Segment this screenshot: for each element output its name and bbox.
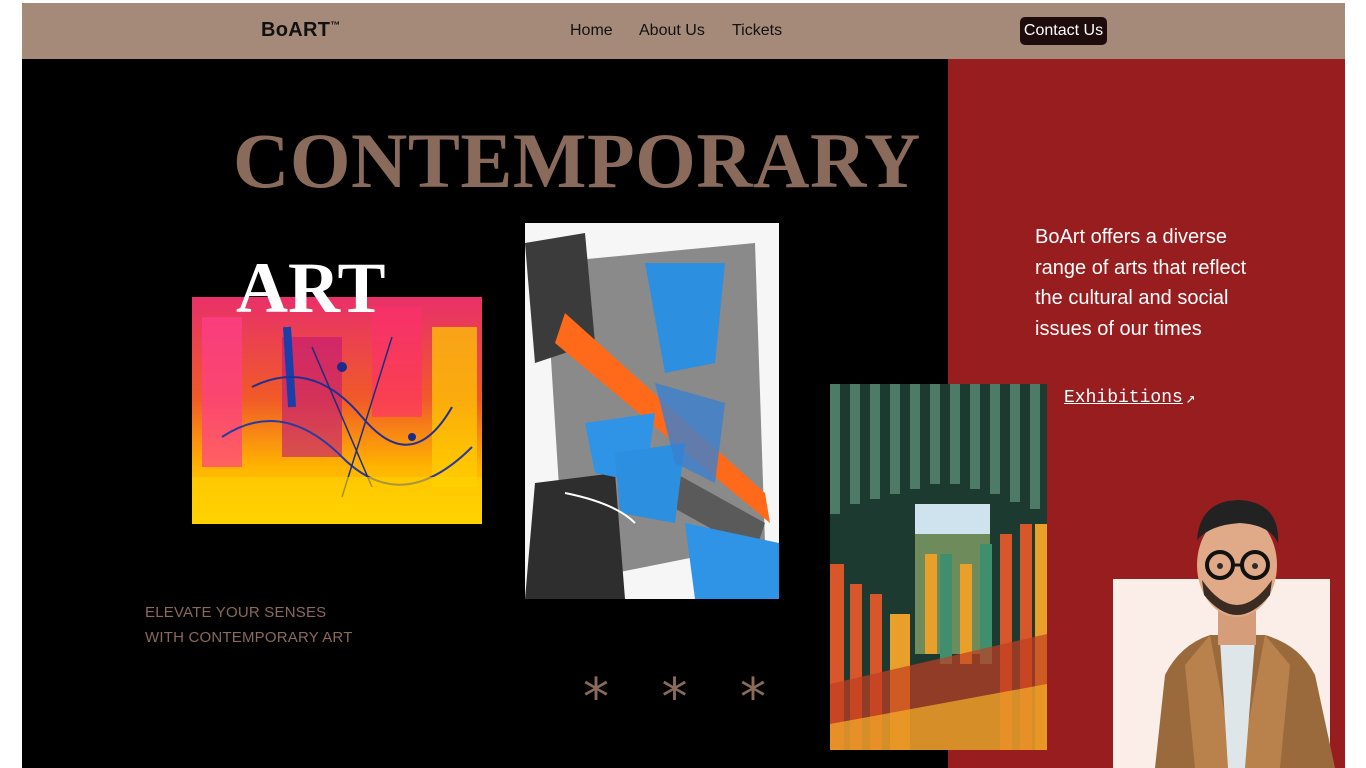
headline-contemporary: CONTEMPORARY [233, 117, 921, 204]
tagline-line-2: WITH CONTEMPORARY ART [145, 629, 353, 646]
headline-art: ART [236, 248, 386, 328]
tagline-line-1: ELEVATE YOUR SENSES [145, 604, 327, 621]
gallery-description: BoArt offers a diverse range of arts tha… [1035, 226, 1247, 340]
arrow-up-right-icon: ↗ [1185, 390, 1196, 408]
abstract-painting-strokes [525, 223, 779, 599]
abstract-painting-colorful [192, 297, 482, 524]
portrait-photo-person [1140, 495, 1335, 768]
decorative-asterisks: * * * [583, 668, 785, 728]
top-nav: BoART™ Home About Us Tickets Contact Us [22, 3, 1345, 60]
exhibitions-link[interactable]: Exhibitions ↗ [1064, 388, 1195, 408]
nav-link-home[interactable]: Home [570, 22, 613, 40]
nav-link-about-us[interactable]: About Us [639, 22, 705, 40]
hero-tagline: ELEVATE YOUR SENSES WITH CONTEMPORARY AR… [145, 600, 353, 650]
architecture-photo [830, 384, 1047, 750]
nav-link-tickets[interactable]: Tickets [732, 22, 782, 40]
exhibitions-label[interactable]: Exhibitions [1064, 388, 1183, 408]
logo[interactable]: BoART™ [261, 19, 341, 42]
contact-us-button[interactable]: Contact Us [1020, 17, 1107, 45]
